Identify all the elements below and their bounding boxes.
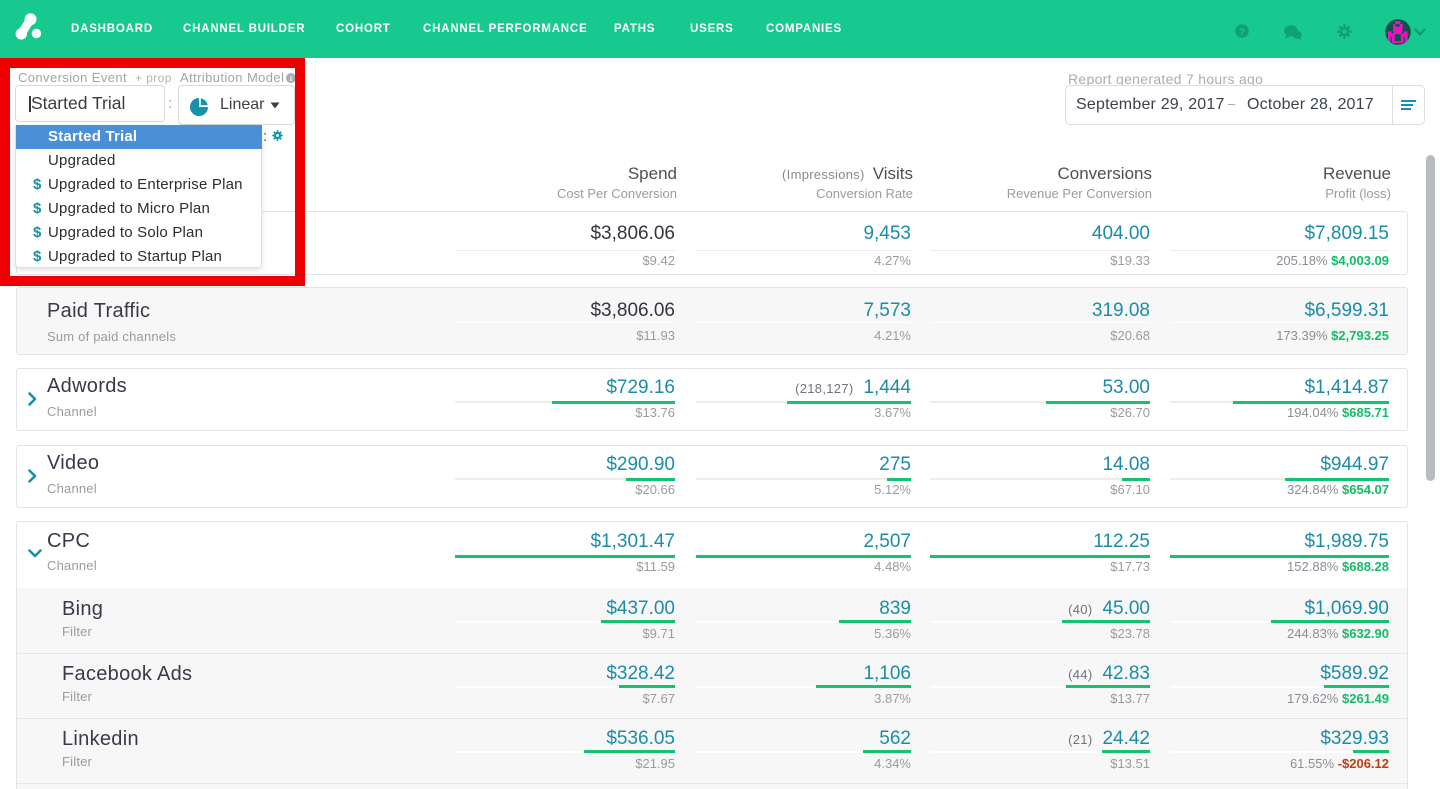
svg-text:?: ? (1239, 27, 1245, 38)
